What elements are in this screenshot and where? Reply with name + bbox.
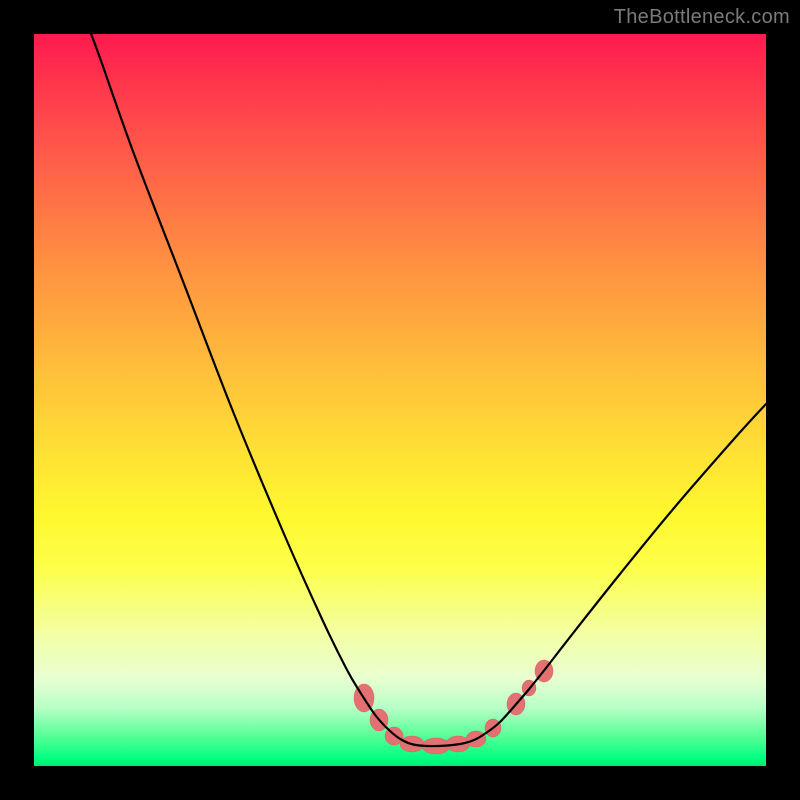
curve-marker [446,736,470,752]
curve-marker [354,684,374,712]
chart-frame: TheBottleneck.com [0,0,800,800]
curve-marker [507,693,525,715]
bottleneck-curve [88,34,766,746]
chart-svg [34,34,766,766]
curve-marker [535,660,553,682]
curve-marker [370,709,388,731]
curve-marker [422,738,450,754]
markers-group [354,660,553,754]
curve-marker [485,719,501,737]
watermark-label: TheBottleneck.com [614,6,790,29]
chart-plot-area [34,34,766,766]
curve-marker [522,680,536,696]
curve-marker [400,736,424,752]
curve-marker [385,727,403,745]
curve-marker [466,731,486,747]
